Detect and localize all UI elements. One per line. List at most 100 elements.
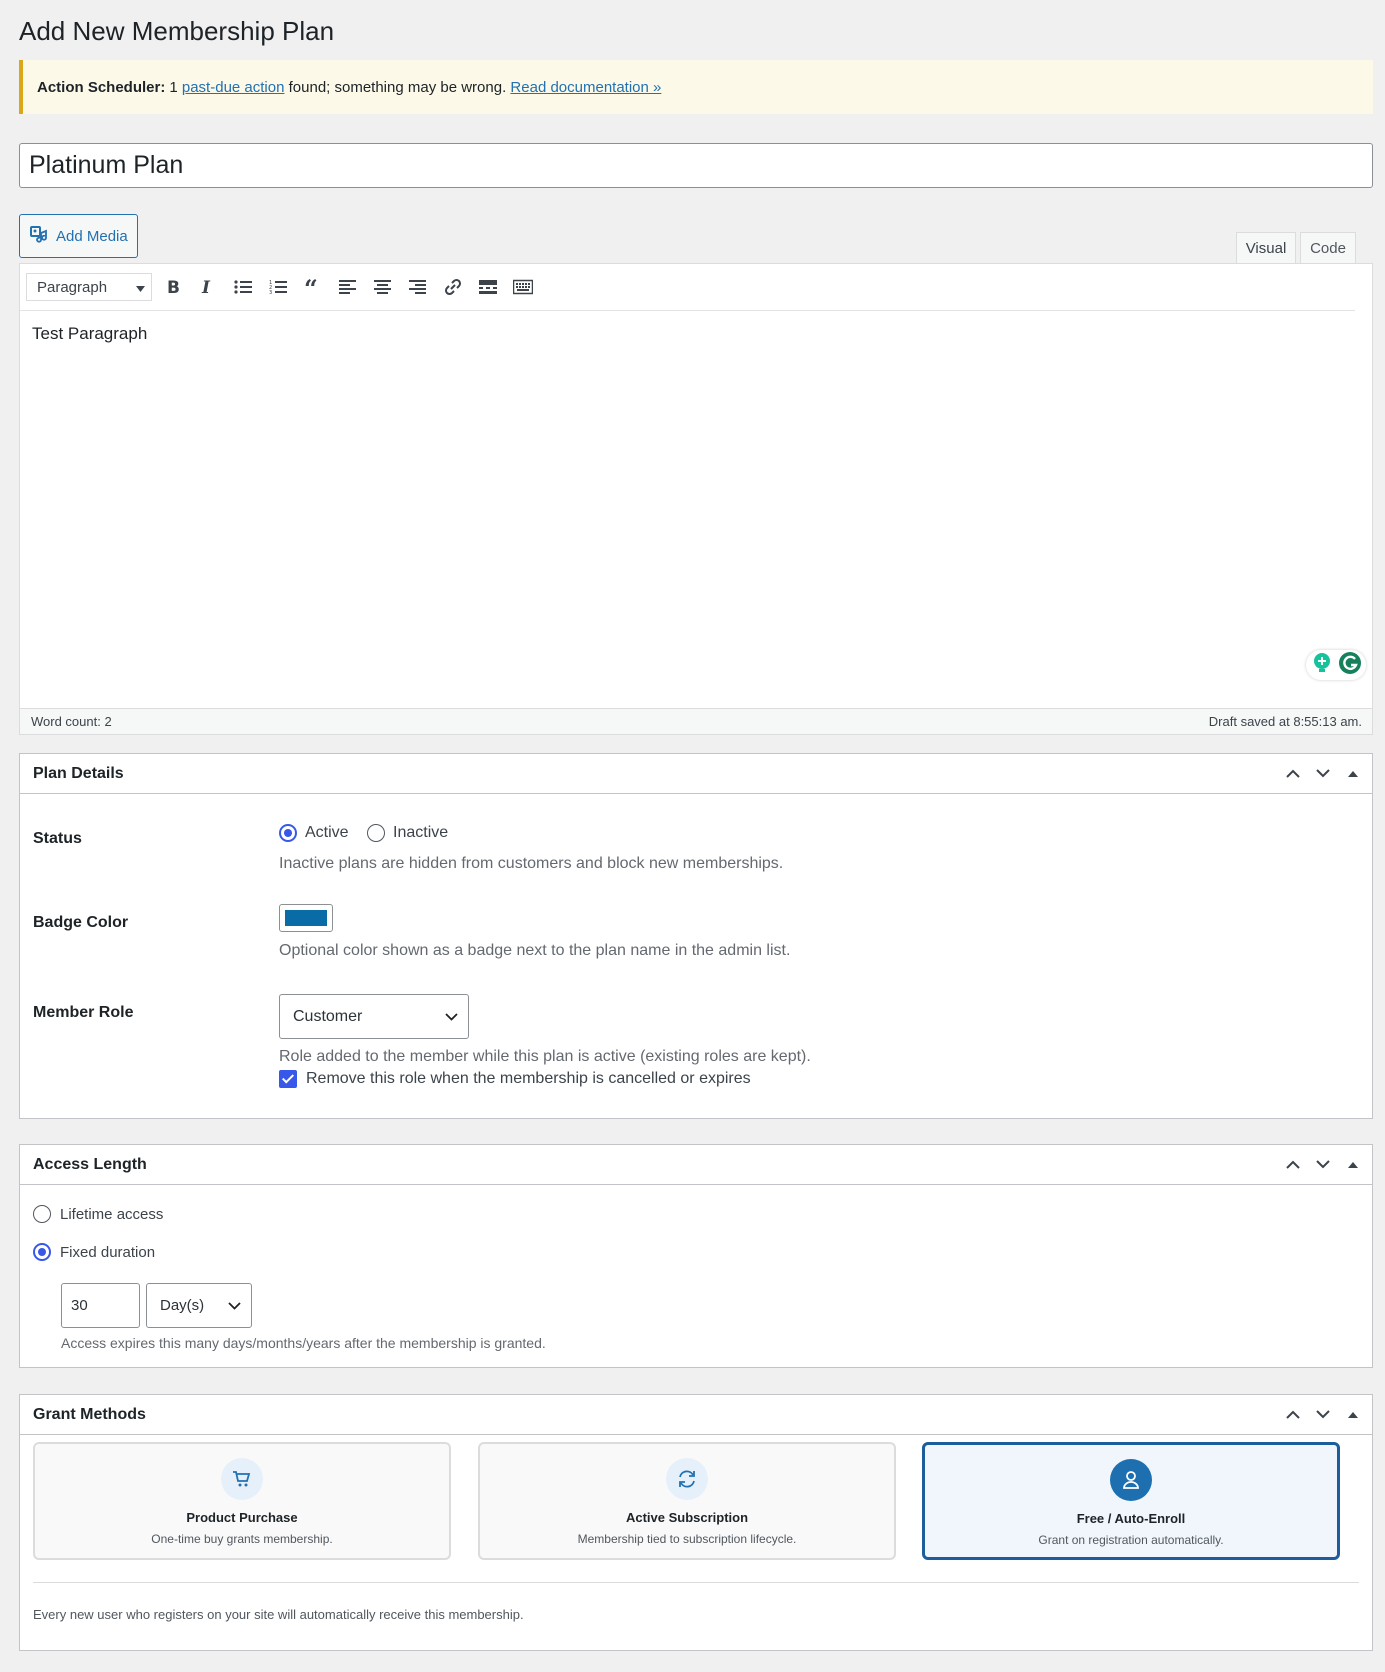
lifetime-access-radio[interactable] [33, 1205, 51, 1223]
notice-text: found; something may be wrong. [288, 78, 507, 96]
format-select-value: Paragraph [37, 278, 108, 296]
align-left-icon [339, 280, 356, 294]
remove-role-checkbox[interactable] [279, 1070, 297, 1088]
status-inactive-label: Inactive [393, 824, 449, 841]
move-up-icon[interactable] [1282, 1404, 1304, 1426]
quote-icon: “ [304, 279, 318, 295]
add-media-button[interactable]: Add Media [19, 214, 138, 258]
grammarly-bulb-icon [1311, 652, 1333, 679]
align-center-icon [374, 280, 391, 294]
bold-icon: B [167, 279, 180, 295]
read-more-button[interactable] [474, 273, 502, 301]
read-more-icon [479, 280, 497, 294]
chevron-down-icon [445, 1008, 458, 1026]
notice-count: 1 [169, 78, 178, 96]
plan-details-box: Plan Details Status Active Inactive Inac… [19, 753, 1373, 1119]
collapse-toggle-icon[interactable] [1342, 763, 1364, 785]
plan-details-title: Plan Details [33, 764, 124, 782]
status-active-option[interactable]: Active [279, 824, 349, 842]
insert-link-button[interactable] [439, 273, 467, 301]
status-inactive-option[interactable]: Inactive [367, 824, 448, 842]
toolbar-toggle-button[interactable] [509, 273, 537, 301]
badge-color-label: Badge Color [33, 914, 129, 931]
editor-status-bar: Word count: 2 Draft saved at 8:55:13 am. [20, 708, 1372, 734]
move-down-icon[interactable] [1312, 1404, 1334, 1426]
post-title-input[interactable]: Platinum Plan [19, 143, 1373, 188]
bullet-list-button[interactable] [229, 273, 257, 301]
svg-text:“: “ [304, 279, 318, 295]
chevron-down-icon [228, 1297, 241, 1314]
grant-methods-divider [33, 1582, 1359, 1583]
grant-card-title: Active Subscription [625, 1510, 749, 1525]
read-documentation-link[interactable]: Read documentation » [510, 79, 661, 96]
blockquote-button[interactable]: “ [299, 273, 327, 301]
tab-code[interactable]: Code [1300, 232, 1356, 264]
grant-card-title: Product Purchase [186, 1510, 298, 1525]
italic-button[interactable]: I [194, 273, 222, 301]
action-scheduler-notice: Action Scheduler: 1 past-due action foun… [19, 60, 1373, 114]
status-inactive-radio[interactable] [367, 824, 386, 842]
svg-text:I: I [201, 279, 211, 295]
member-role-select[interactable]: Customer [279, 994, 469, 1039]
plan-details-handle-actions [1282, 763, 1372, 785]
fixed-duration-label: Fixed duration [60, 1243, 156, 1261]
member-role-label: Member Role [33, 1004, 134, 1021]
remove-role-option[interactable]: Remove this role when the membership is … [279, 1070, 811, 1088]
collapse-toggle-icon[interactable] [1342, 1154, 1364, 1176]
plan-details-header: Plan Details [20, 754, 1372, 794]
grammarly-widget[interactable] [1306, 650, 1366, 680]
lifetime-access-option[interactable]: Lifetime access [33, 1205, 163, 1223]
grammarly-icon [1338, 651, 1362, 680]
align-left-button[interactable] [334, 273, 362, 301]
access-length-box: Access Length Lifetime access Fixed dura… [19, 1144, 1373, 1368]
duration-unit-select[interactable]: Day(s) [146, 1283, 252, 1328]
keyboard-icon [513, 279, 533, 295]
content-editor: Paragraph B I 123 “ Test Paragraph Word … [19, 263, 1373, 735]
align-right-button[interactable] [404, 273, 432, 301]
grant-card-product-purchase[interactable]: Product Purchase One-time buy grants mem… [33, 1442, 451, 1560]
cart-icon [221, 1458, 263, 1500]
move-up-icon[interactable] [1282, 1154, 1304, 1176]
fixed-duration-radio[interactable] [33, 1243, 51, 1261]
editor-toolbar: Paragraph B I 123 “ [20, 264, 1355, 311]
grant-methods-note: Every new user who registers on your sit… [33, 1607, 524, 1622]
media-icon [30, 225, 48, 247]
numbered-list-button[interactable]: 123 [264, 273, 292, 301]
collapse-toggle-icon[interactable] [1342, 1404, 1364, 1426]
member-role-description: Role added to the member while this plan… [279, 1048, 811, 1065]
lifetime-access-label: Lifetime access [60, 1205, 164, 1223]
svg-text:3: 3 [269, 290, 272, 295]
past-due-action-link[interactable]: past-due action [182, 79, 285, 96]
grant-methods-header: Grant Methods [20, 1395, 1372, 1435]
status-active-radio[interactable] [279, 824, 297, 842]
grant-card-active-subscription[interactable]: Active Subscription Membership tied to s… [478, 1442, 896, 1560]
fixed-duration-option[interactable]: Fixed duration [33, 1243, 155, 1261]
italic-icon: I [201, 279, 211, 295]
grant-method-cards: Product Purchase One-time buy grants mem… [20, 1435, 1372, 1575]
page-title: Add New Membership Plan [19, 16, 335, 46]
bullet-list-icon [234, 280, 252, 294]
move-down-icon[interactable] [1312, 763, 1334, 785]
bold-button[interactable]: B [159, 273, 187, 301]
move-up-icon[interactable] [1282, 763, 1304, 785]
refresh-icon [666, 1458, 708, 1500]
badge-color-description: Optional color shown as a badge next to … [279, 942, 791, 959]
access-length-title: Access Length [33, 1155, 147, 1173]
remove-role-label: Remove this role when the membership is … [306, 1070, 751, 1087]
grant-card-free-auto-enroll[interactable]: Free / Auto-Enroll Grant on registration… [922, 1442, 1340, 1560]
add-media-label: Add Media [56, 227, 128, 245]
duration-value-input[interactable]: 30 [61, 1283, 140, 1328]
grant-methods-handle-actions [1282, 1404, 1372, 1426]
user-icon [1110, 1459, 1152, 1501]
format-select[interactable]: Paragraph [26, 273, 152, 301]
editor-content[interactable]: Test Paragraph [32, 324, 147, 344]
chevron-down-icon [136, 279, 145, 296]
move-down-icon[interactable] [1312, 1154, 1334, 1176]
grant-methods-title: Grant Methods [33, 1405, 146, 1423]
status-active-label: Active [305, 824, 349, 841]
access-length-description: Access expires this many days/months/yea… [61, 1335, 546, 1351]
badge-color-picker[interactable] [279, 904, 333, 932]
align-center-button[interactable] [369, 273, 397, 301]
tab-visual[interactable]: Visual [1236, 232, 1296, 264]
member-role-field: Customer Role added to the member while … [279, 994, 811, 1088]
